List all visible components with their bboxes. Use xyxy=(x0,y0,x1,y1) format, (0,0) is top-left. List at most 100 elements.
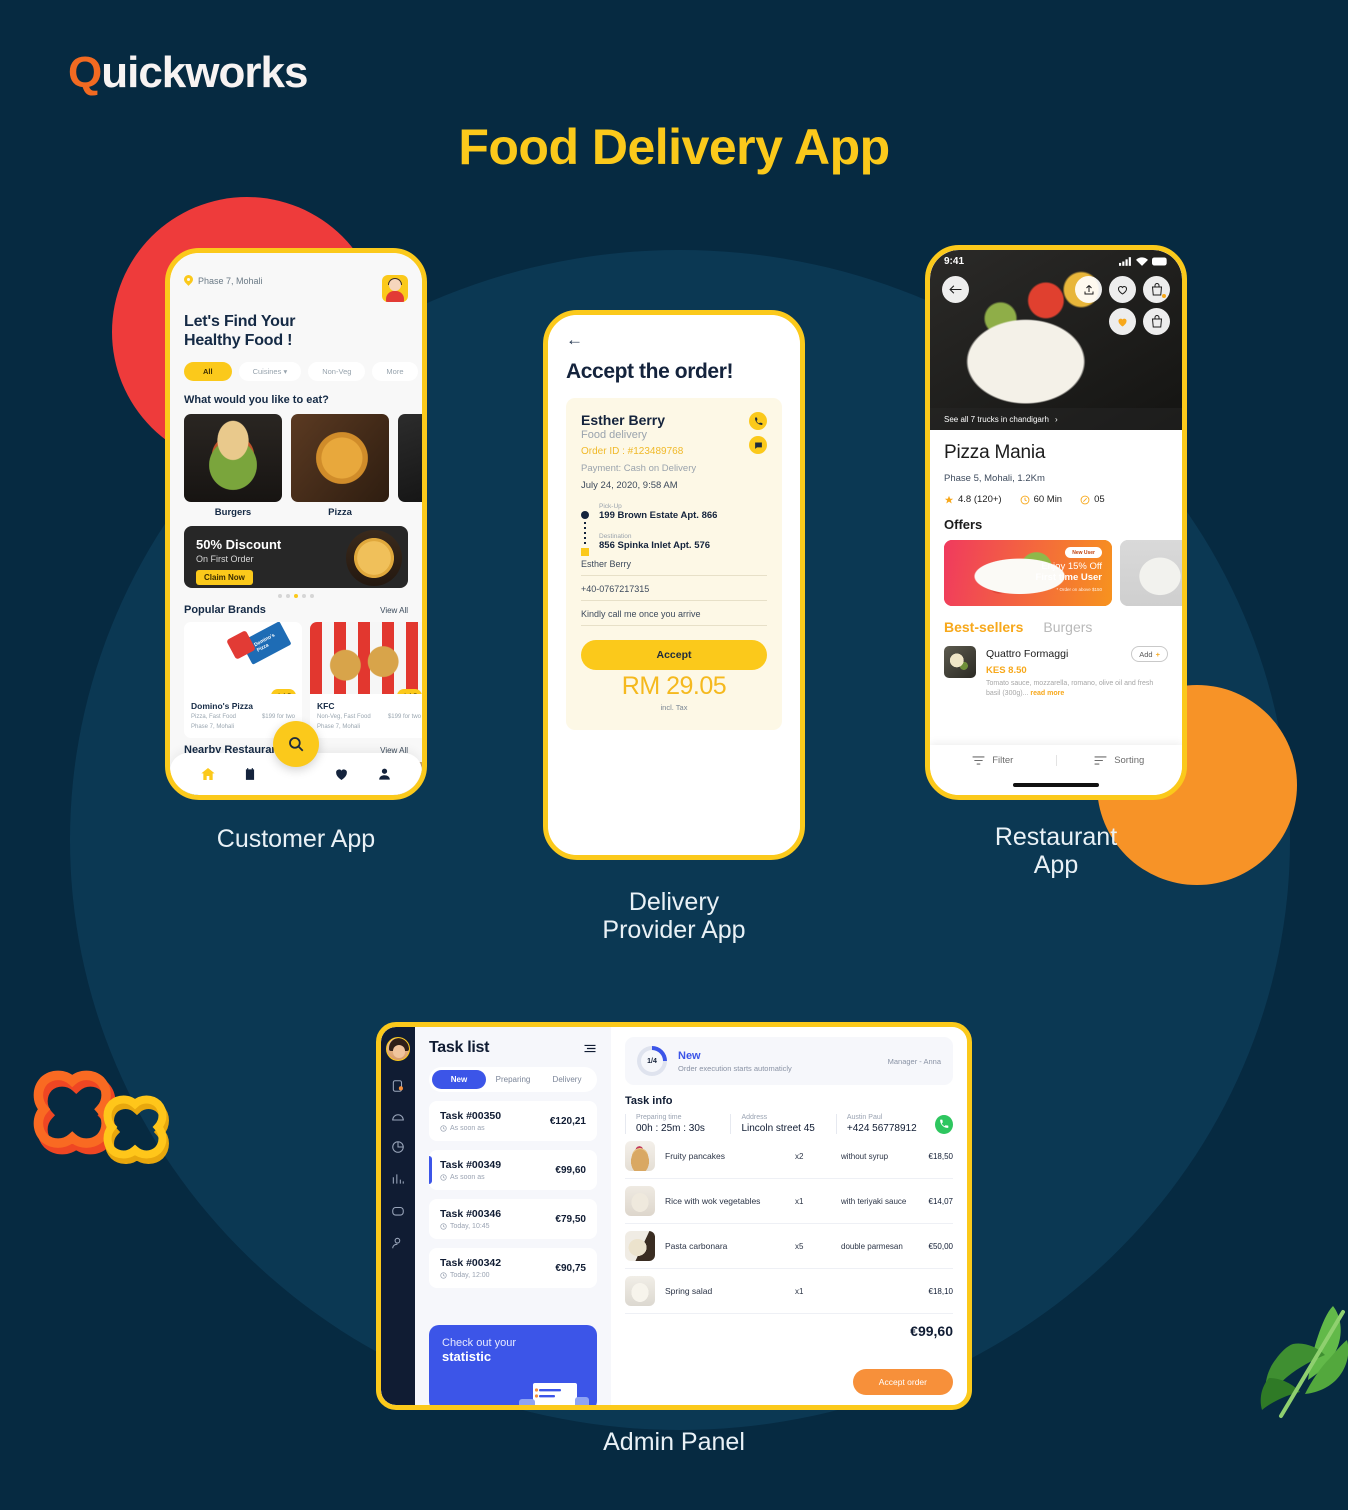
discount-promo-banner[interactable]: 50% Discount On First Order Claim Now xyxy=(184,526,408,589)
cart-secondary-button[interactable] xyxy=(1143,308,1170,335)
admin-avatar[interactable] xyxy=(386,1037,410,1061)
hero-action-row xyxy=(942,276,1170,303)
back-button[interactable] xyxy=(942,276,969,303)
manager-label: Manager - Anna xyxy=(887,1056,941,1066)
add-dish-button[interactable]: Add + xyxy=(1131,646,1168,662)
item-note: without syrup xyxy=(841,1151,889,1161)
task-list-menu-icon[interactable] xyxy=(583,1043,597,1054)
carousel-dot-active[interactable] xyxy=(294,594,298,599)
sidebar-dishes-icon[interactable] xyxy=(391,1111,405,1122)
task-price: €99,60 xyxy=(555,1164,586,1176)
filter-button[interactable]: Filter xyxy=(930,755,1056,766)
category-label-pizza: Pizza xyxy=(328,507,352,519)
offer-fineprint: * Order on above $150 xyxy=(1056,587,1102,592)
share-button[interactable] xyxy=(1075,276,1102,303)
chip-more[interactable]: More xyxy=(372,362,418,382)
orders-icon[interactable] xyxy=(243,766,257,782)
sidebar-analytics-icon[interactable] xyxy=(391,1140,405,1154)
statistics-promo-card[interactable]: Check out your statistic xyxy=(429,1325,597,1405)
popular-brands-header: Popular Brands View All xyxy=(184,604,408,616)
avatar-body xyxy=(386,291,404,302)
dish-description: Tomato sauce, mozzarella, romano, olive … xyxy=(986,679,1168,699)
status-bar: 9:41 xyxy=(930,250,1182,272)
restaurant-app-phone: 9:41 See all 7 trucks in chandigarh › Pi… xyxy=(925,245,1187,800)
call-button[interactable] xyxy=(749,412,767,430)
destination-address: 856 Spinka Inlet Apt. 576 xyxy=(599,540,711,551)
back-arrow-icon[interactable]: ← xyxy=(566,331,782,348)
category-card-pizza[interactable]: Pizza xyxy=(291,414,389,518)
page-title: Food Delivery App xyxy=(458,119,890,175)
offer-card-secondary[interactable] xyxy=(1120,540,1182,606)
progress-ring: 1/4 xyxy=(637,1046,667,1076)
item-name: Spring salad xyxy=(665,1286,713,1296)
offer-card-primary[interactable]: New User Enjoy 15% Off First time User *… xyxy=(944,540,1112,606)
star-icon xyxy=(944,495,954,503)
profile-icon[interactable] xyxy=(377,766,392,782)
sidebar-inventory-icon[interactable] xyxy=(391,1204,405,1218)
customer-app-caption: Customer App xyxy=(216,825,376,853)
chip-non-veg[interactable]: Non-Veg xyxy=(308,362,366,382)
order-item-row: Pasta carbonara x5 double parmesan €50,0… xyxy=(625,1224,953,1269)
sorting-icon xyxy=(1094,755,1107,765)
chip-cuisines[interactable]: Cuisines ▾ xyxy=(238,362,302,382)
claim-now-button[interactable]: Claim Now xyxy=(196,570,253,586)
carousel-dot[interactable] xyxy=(310,594,314,599)
read-more-link[interactable]: read more xyxy=(1030,690,1064,697)
accept-order-button[interactable]: Accept order xyxy=(852,1369,953,1395)
sidebar-users-icon[interactable] xyxy=(391,1236,405,1250)
user-avatar[interactable] xyxy=(382,275,408,302)
task-row[interactable]: Task #00350 As soon as €120,21 xyxy=(429,1101,597,1141)
favorite-active-button[interactable] xyxy=(1109,308,1136,335)
chip-all[interactable]: All xyxy=(184,362,232,382)
info-address: Address Lincoln street 45 xyxy=(730,1114,835,1134)
order-total: €99,60 xyxy=(910,1323,953,1339)
order-datetime: July 24, 2020, 9:58 AM xyxy=(581,480,678,491)
sidebar-stats-icon[interactable] xyxy=(391,1172,405,1186)
brand-card-dominos[interactable]: Domino'sPizza ★4.5 Domino's Pizza Pizza,… xyxy=(184,622,302,738)
segment-new[interactable]: New xyxy=(432,1070,486,1089)
item-photo xyxy=(625,1186,655,1216)
popular-brands-view-all[interactable]: View All xyxy=(380,606,408,615)
tab-burgers[interactable]: Burgers xyxy=(1043,619,1092,635)
task-row[interactable]: Task #00346 Today, 10:45 €79,50 xyxy=(429,1199,597,1239)
trucks-banner-label: See all 7 trucks in chandigarh xyxy=(944,414,1049,424)
home-icon[interactable] xyxy=(200,766,216,782)
contact-actions xyxy=(749,412,767,454)
cart-button[interactable] xyxy=(1143,276,1170,303)
note-field[interactable]: Kindly call me once you arrive xyxy=(581,601,767,626)
dish-row[interactable]: Quattro Formaggi Add + KES 8.50 Tomato s… xyxy=(944,646,1168,699)
brand-card-kfc[interactable]: ★4.5 KFC Non-Veg, Fast Food $199 for two… xyxy=(310,622,422,738)
trucks-banner[interactable]: See all 7 trucks in chandigarh › xyxy=(930,408,1182,430)
heart-outline-icon xyxy=(1118,285,1127,295)
category-card-next[interactable] xyxy=(398,414,422,518)
item-price: €18,10 xyxy=(928,1286,953,1296)
tab-best-sellers[interactable]: Best-sellers xyxy=(944,619,1023,635)
sidebar-orders-icon[interactable] xyxy=(391,1079,405,1093)
task-row[interactable]: Task #00342 Today, 12:00 €90,75 xyxy=(429,1248,597,1288)
favorite-button[interactable] xyxy=(1109,276,1136,303)
item-qty: x1 xyxy=(795,1286,804,1296)
contact-name-field[interactable]: Esther Berry xyxy=(581,551,767,576)
phone-field[interactable]: +40-0767217315 xyxy=(581,576,767,601)
sorting-button[interactable]: Sorting xyxy=(1055,754,1183,766)
message-button[interactable] xyxy=(749,436,767,454)
restaurant-app-caption: Restaurant App xyxy=(925,823,1187,879)
task-row-selected[interactable]: Task #00349 As soon as €99,60 xyxy=(429,1150,597,1190)
total-tax-note: incl. Tax xyxy=(660,703,688,712)
carousel-dot[interactable] xyxy=(302,594,306,599)
location-indicator[interactable]: Phase 7, Mohali xyxy=(184,275,263,287)
segment-preparing[interactable]: Preparing xyxy=(486,1070,540,1089)
order-status-subtitle: Order execution starts automaticly xyxy=(678,1063,792,1073)
carousel-dot[interactable] xyxy=(286,594,290,599)
hero-action-row-secondary xyxy=(1109,308,1170,335)
admin-call-button[interactable] xyxy=(935,1114,953,1134)
segment-delivery[interactable]: Delivery xyxy=(540,1070,594,1089)
route-section: Pick-Up 199 Brown Estate Apt. 866 Destin… xyxy=(581,503,767,556)
order-item-row: Rice with wok vegetables x1 with teriyak… xyxy=(625,1179,953,1224)
offers-title: Offers xyxy=(944,517,983,532)
carousel-dot[interactable] xyxy=(278,594,282,599)
category-card-burgers[interactable]: Burgers xyxy=(184,414,282,518)
search-fab-button[interactable] xyxy=(273,721,319,767)
accept-button[interactable]: Accept xyxy=(581,640,767,670)
favorites-icon[interactable] xyxy=(333,766,350,782)
